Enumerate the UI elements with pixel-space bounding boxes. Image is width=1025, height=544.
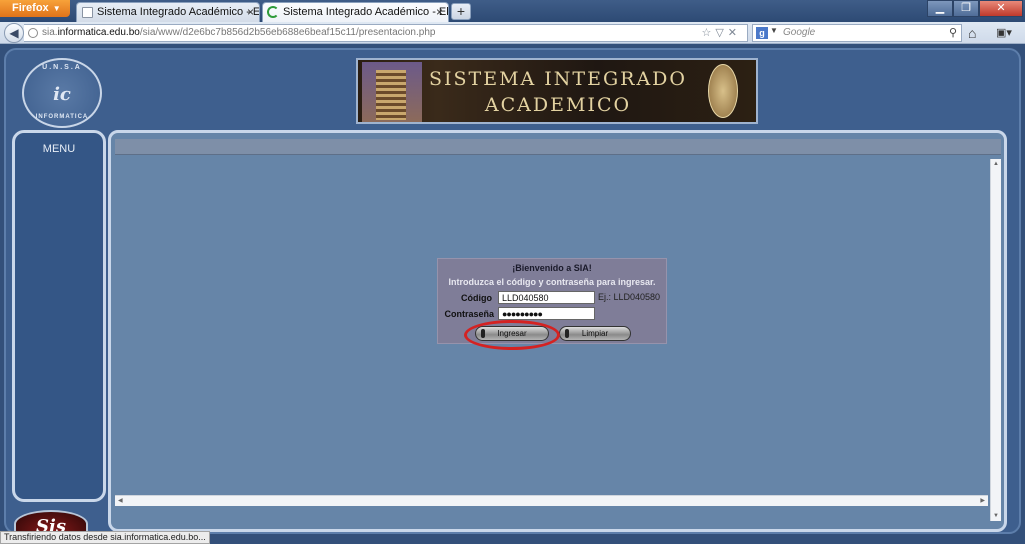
system-banner: SISTEMA INTEGRADO ACADEMICO (356, 58, 758, 124)
scroll-right-icon[interactable]: ▶ (980, 497, 985, 504)
horizontal-scrollbar[interactable]: ◀ ▶ (115, 495, 988, 506)
arrow-left-icon: ◀ (9, 26, 19, 40)
close-tab-icon[interactable]: × (247, 5, 254, 19)
content-header-bar (115, 139, 1001, 155)
close-tab-icon[interactable]: × (436, 5, 443, 19)
status-bar: Transfiriendo datos desde sia.informatic… (0, 531, 210, 544)
tab-strip: Firefox ▼ Sistema Integrado Académico - E… (0, 0, 1025, 22)
minimize-button[interactable]: ▁ (927, 0, 953, 17)
window-controls: ▁ ❐ ✕ (927, 0, 1023, 17)
url-prefix: sia. (42, 27, 58, 38)
scroll-down-icon[interactable]: ▼ (993, 513, 999, 519)
limpiar-label: Limpiar (581, 329, 609, 338)
url-domain: informatica.edu.bo (57, 27, 140, 38)
tab-1-title: Sistema Integrado Académico - Elite ... (97, 6, 260, 18)
globe-icon (28, 28, 38, 38)
password-label: Contraseña (444, 309, 494, 319)
password-field[interactable] (498, 307, 595, 320)
university-logo: U.N.S.A ic INFORMATICA (22, 58, 102, 128)
ingresar-label: Ingresar (497, 329, 527, 338)
restore-button[interactable]: ❐ (953, 0, 979, 17)
button-knob-icon (481, 329, 485, 338)
chevron-down-icon: ▼ (52, 4, 61, 13)
google-icon: g (756, 27, 768, 39)
bookmark-star-icon[interactable]: ☆ (701, 27, 715, 39)
university-seal-image (708, 64, 738, 118)
search-icon[interactable]: ⚲ (949, 26, 957, 39)
banner-title: SISTEMA INTEGRADO ACADEMICO (429, 68, 687, 116)
back-button[interactable]: ◀ (4, 23, 24, 43)
firefox-menu-label: Firefox (12, 2, 49, 14)
menu-label: MENU (42, 143, 76, 155)
firefox-menu-button[interactable]: Firefox ▼ (0, 0, 70, 17)
code-field[interactable] (498, 291, 595, 304)
loading-icon (267, 6, 279, 18)
navigation-bar: ◀ sia.informatica.edu.bo/sia/www/d2e6bc7… (0, 22, 1025, 44)
limpiar-button[interactable]: Limpiar (559, 326, 631, 341)
chevron-down-icon[interactable]: ▼ (770, 26, 778, 35)
bookmarks-menu-icon[interactable]: ▣▾ (996, 26, 1020, 40)
new-tab-button[interactable]: + (451, 3, 471, 20)
button-knob-icon (565, 329, 569, 338)
welcome-heading: ¡Bienvenido a SIA! (512, 263, 592, 273)
close-window-button[interactable]: ✕ (979, 0, 1023, 17)
logo-monogram: ic (53, 84, 71, 105)
search-input[interactable]: g ▼ Google ⚲ (752, 24, 962, 42)
scroll-up-icon[interactable]: ▲ (993, 161, 999, 167)
tab-1[interactable]: Sistema Integrado Académico - Elite ... … (76, 2, 260, 22)
sidebar-menu: MENU (12, 130, 106, 502)
login-form: ¡Bienvenido a SIA! Introduzca el código … (437, 258, 667, 350)
url-actions: ☆▽✕ (701, 26, 741, 39)
vertical-scrollbar[interactable]: ▲ ▼ (990, 159, 1001, 521)
search-placeholder: Google (783, 27, 816, 38)
logo-ring-bottom: INFORMATICA (35, 114, 89, 120)
building-image (362, 62, 422, 122)
home-icon[interactable]: ⌂ (968, 25, 976, 41)
code-hint: Ej.: LLD040580 (598, 292, 661, 302)
tab-2[interactable]: Sistema Integrado Académico - Elite ... … (262, 2, 449, 22)
stop-icon[interactable]: ✕ (728, 27, 741, 39)
login-instructions: Introduzca el código y contraseña para i… (448, 277, 656, 287)
dropdown-arrow-icon[interactable]: ▽ (715, 27, 727, 39)
tab-2-title: Sistema Integrado Académico - Elite ... (283, 6, 449, 18)
page-container: U.N.S.A ic INFORMATICA SISTEMA INTEGRADO… (4, 48, 1021, 538)
logo-ring-top: U.N.S.A (42, 64, 82, 71)
code-label: Código (461, 293, 492, 303)
page-icon (82, 7, 93, 18)
url-path: /sia/www/d2e6bc7b856d2b56eb688e6beaf15c1… (139, 27, 436, 38)
scroll-left-icon[interactable]: ◀ (118, 497, 123, 504)
address-bar[interactable]: sia.informatica.edu.bo/sia/www/d2e6bc7b8… (24, 24, 748, 42)
ingresar-button[interactable]: Ingresar (475, 326, 549, 341)
content-frame: ▲ ▼ ◀ ▶ ¡Bienvenido a SIA! Introduzca el… (108, 130, 1007, 532)
